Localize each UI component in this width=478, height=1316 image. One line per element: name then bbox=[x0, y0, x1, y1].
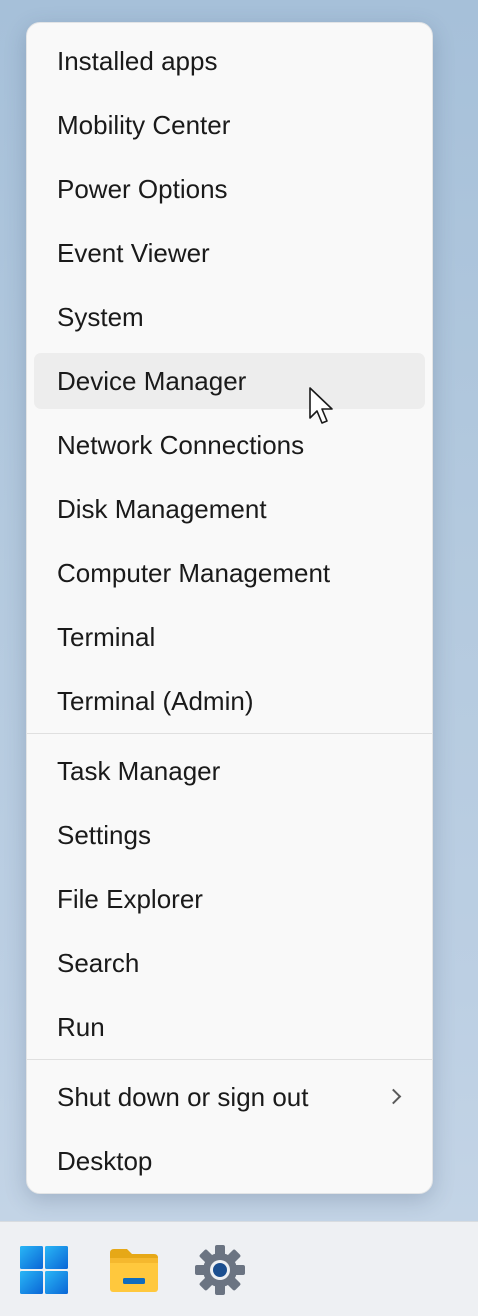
menu-item-desktop[interactable]: Desktop bbox=[34, 1133, 425, 1189]
folder-icon bbox=[110, 1249, 158, 1292]
menu-item-power-options[interactable]: Power Options bbox=[34, 161, 425, 217]
menu-item-label: Desktop bbox=[57, 1145, 153, 1176]
menu-item-network-connections[interactable]: Network Connections bbox=[34, 417, 425, 473]
menu-item-label: Installed apps bbox=[57, 45, 218, 76]
menu-item-label: Terminal (Admin) bbox=[57, 685, 254, 716]
menu-item-label: System bbox=[57, 301, 144, 332]
menu-item-label: Device Manager bbox=[57, 365, 247, 396]
menu-separator bbox=[27, 733, 432, 734]
menu-item-label: Run bbox=[57, 1011, 105, 1042]
menu-item-label: Power Options bbox=[57, 173, 228, 204]
menu-item-label: Network Connections bbox=[57, 429, 305, 460]
menu-item-label: Settings bbox=[57, 819, 151, 850]
menu-item-installed-apps[interactable]: Installed apps bbox=[34, 33, 425, 89]
menu-item-event-viewer[interactable]: Event Viewer bbox=[34, 225, 425, 281]
menu-item-label: Mobility Center bbox=[57, 109, 231, 140]
menu-item-label: Task Manager bbox=[57, 755, 221, 786]
menu-item-label: File Explorer bbox=[57, 883, 203, 914]
menu-item-label: Computer Management bbox=[57, 557, 331, 588]
menu-item-shut-down-or-sign-out[interactable]: Shut down or sign out bbox=[34, 1069, 425, 1125]
mouse-pointer-icon bbox=[309, 387, 333, 424]
menu-item-task-manager[interactable]: Task Manager bbox=[34, 743, 425, 799]
menu-item-label: Event Viewer bbox=[57, 237, 210, 268]
chevron-right-icon bbox=[385, 1088, 402, 1105]
windows-logo-icon bbox=[20, 1246, 68, 1294]
menu-item-settings[interactable]: Settings bbox=[34, 807, 425, 863]
menu-item-disk-management[interactable]: Disk Management bbox=[34, 481, 425, 537]
taskbar bbox=[0, 1221, 478, 1316]
quick-link-menu: Installed apps Mobility Center Power Opt… bbox=[26, 22, 433, 1194]
menu-item-terminal[interactable]: Terminal bbox=[34, 609, 425, 665]
settings-button[interactable] bbox=[194, 1244, 246, 1296]
menu-item-label: Search bbox=[57, 947, 140, 978]
menu-item-device-manager[interactable]: Device Manager bbox=[34, 353, 425, 409]
menu-item-label: Shut down or sign out bbox=[57, 1081, 309, 1112]
start-button[interactable] bbox=[18, 1244, 70, 1296]
gear-icon bbox=[195, 1245, 245, 1295]
menu-item-label: Disk Management bbox=[57, 493, 267, 524]
menu-item-terminal-admin[interactable]: Terminal (Admin) bbox=[34, 673, 425, 729]
menu-item-file-explorer[interactable]: File Explorer bbox=[34, 871, 425, 927]
menu-item-search[interactable]: Search bbox=[34, 935, 425, 991]
menu-separator bbox=[27, 1059, 432, 1060]
menu-item-run[interactable]: Run bbox=[34, 999, 425, 1055]
menu-item-computer-management[interactable]: Computer Management bbox=[34, 545, 425, 601]
file-explorer-button[interactable] bbox=[108, 1244, 160, 1296]
menu-item-system[interactable]: System bbox=[34, 289, 425, 345]
menu-item-mobility-center[interactable]: Mobility Center bbox=[34, 97, 425, 153]
menu-item-label: Terminal bbox=[57, 621, 156, 652]
